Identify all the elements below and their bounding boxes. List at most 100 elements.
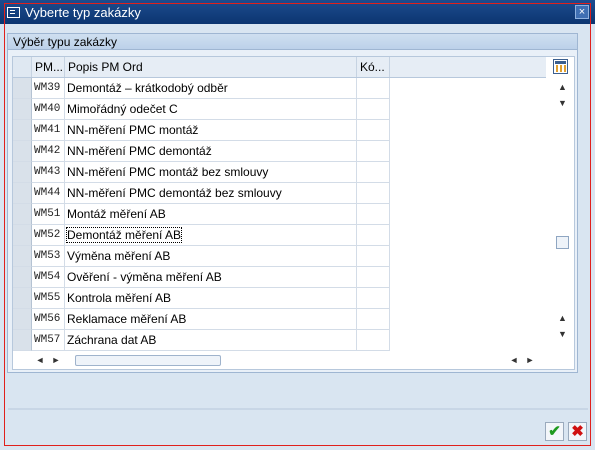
scroll-up-arrow-icon[interactable]: ▲	[554, 311, 571, 325]
cancel-button[interactable]: ✖	[568, 422, 587, 441]
table-row[interactable]: WM42 NN-měření PMC demontáž	[13, 141, 546, 162]
order-type-ko[interactable]	[357, 246, 390, 267]
order-type-ko[interactable]	[357, 120, 390, 141]
order-type-description[interactable]: NN-měření PMC demontáž bez smlouvy	[65, 183, 357, 204]
table-row[interactable]: WM55 Kontrola měření AB	[13, 288, 546, 309]
order-type-description[interactable]: NN-měření PMC montáž	[65, 120, 357, 141]
row-selector[interactable]	[13, 225, 32, 246]
table-row[interactable]: WM39 Demontáž – krátkodobý odběr	[13, 78, 546, 99]
scroll-top-arrow-icon[interactable]: ▲	[554, 80, 571, 94]
order-type-code[interactable]: WM54	[32, 267, 65, 288]
order-type-code[interactable]: WM43	[32, 162, 65, 183]
order-type-ko[interactable]	[357, 78, 390, 99]
order-type-description[interactable]: Montáž měření AB	[65, 204, 357, 225]
table-row[interactable]: WM44 NN-měření PMC demontáž bez smlouvy	[13, 183, 546, 204]
column-header-ko[interactable]: Kó...	[357, 57, 390, 77]
row-selector[interactable]	[13, 120, 32, 141]
row-selector[interactable]	[13, 183, 32, 204]
order-type-code[interactable]: WM51	[32, 204, 65, 225]
order-type-description[interactable]: Reklamace měření AB	[65, 309, 357, 330]
scroll-right-start-arrow-icon[interactable]: ►	[49, 353, 63, 368]
scroll-right-arrow-icon[interactable]: ►	[523, 353, 537, 368]
scroll-bottom-arrow-icon[interactable]: ▼	[554, 327, 571, 341]
order-type-code[interactable]: WM55	[32, 288, 65, 309]
row-selector[interactable]	[13, 330, 32, 351]
table-row[interactable]: WM57 Záchrana dat AB	[13, 330, 546, 351]
order-type-description[interactable]: NN-měření PMC montáž bez smlouvy	[65, 162, 357, 183]
row-selector[interactable]	[13, 204, 32, 225]
order-type-code[interactable]: WM56	[32, 309, 65, 330]
horizontal-scrollbar[interactable]: ◄ ► ◄ ►	[33, 353, 547, 368]
description-text: Demontáž měření AB	[65, 227, 183, 243]
order-type-code[interactable]: WM42	[32, 141, 65, 162]
order-type-ko[interactable]	[357, 204, 390, 225]
scroll-left-arrow-icon[interactable]: ◄	[33, 353, 47, 368]
description-text: Reklamace měření AB	[67, 312, 187, 326]
table-row[interactable]: WM40 Mimořádný odečet C	[13, 99, 546, 120]
order-type-description[interactable]: Demontáž měření AB	[65, 225, 357, 246]
order-type-code[interactable]: WM44	[32, 183, 65, 204]
horizontal-scroll-thumb[interactable]	[75, 355, 221, 366]
column-header-code[interactable]: PM...	[32, 57, 65, 77]
footer-divider	[8, 408, 588, 410]
table-row[interactable]: WM43 NN-měření PMC montáž bez smlouvy	[13, 162, 546, 183]
order-type-code[interactable]: WM41	[32, 120, 65, 141]
window-icon	[7, 6, 20, 18]
row-selector[interactable]	[13, 246, 32, 267]
order-type-code[interactable]: WM40	[32, 99, 65, 120]
order-type-ko[interactable]	[357, 225, 390, 246]
order-type-description[interactable]: Výměna měření AB	[65, 246, 357, 267]
order-type-description[interactable]: Záchrana dat AB	[65, 330, 357, 351]
order-type-ko[interactable]	[357, 309, 390, 330]
order-type-description[interactable]: Demontáž – krátkodobý odběr	[65, 78, 357, 99]
order-type-ko[interactable]	[357, 330, 390, 351]
order-type-ko[interactable]	[357, 141, 390, 162]
table-row[interactable]: WM51 Montáž měření AB	[13, 204, 546, 225]
order-type-description[interactable]: Kontrola měření AB	[65, 288, 357, 309]
row-selector[interactable]	[13, 162, 32, 183]
order-type-ko[interactable]	[357, 267, 390, 288]
table-row[interactable]: WM41 NN-měření PMC montáž	[13, 120, 546, 141]
table-row[interactable]: WM53 Výměna měření AB	[13, 246, 546, 267]
description-text: Mimořádný odečet C	[67, 102, 178, 116]
row-selector[interactable]	[13, 309, 32, 330]
order-type-code[interactable]: WM52	[32, 225, 65, 246]
order-type-description[interactable]: NN-měření PMC demontáž	[65, 141, 357, 162]
group-title: Výběr typu zakázky	[8, 34, 577, 50]
description-text: Ověření - výměna měření AB	[67, 270, 222, 284]
row-selector[interactable]	[13, 141, 32, 162]
table-row[interactable]: WM52 Demontáž měření AB	[13, 225, 546, 246]
column-header-description[interactable]: Popis PM Ord	[65, 57, 357, 77]
window-title: Vyberte typ zakázky	[25, 4, 141, 20]
scroll-left-end-arrow-icon[interactable]: ◄	[507, 353, 521, 368]
select-all-header[interactable]	[13, 57, 32, 77]
description-text: NN-měření PMC montáž	[67, 123, 199, 137]
row-selector[interactable]	[13, 288, 32, 309]
order-type-group: Výběr typu zakázky PM... Popis PM Ord Kó…	[7, 33, 578, 373]
order-type-ko[interactable]	[357, 288, 390, 309]
table-row[interactable]: WM56 Reklamace měření AB	[13, 309, 546, 330]
confirm-button[interactable]: ✔	[545, 422, 564, 441]
table-body: WM39 Demontáž – krátkodobý odběr WM40 Mimoř…	[13, 78, 546, 351]
description-text: Výměna měření AB	[67, 249, 171, 263]
order-type-code[interactable]: WM53	[32, 246, 65, 267]
row-selector[interactable]	[13, 78, 32, 99]
table-settings-icon[interactable]	[553, 59, 568, 74]
table-row[interactable]: WM54 Ověření - výměna měření AB	[13, 267, 546, 288]
description-text: Demontáž – krátkodobý odběr	[67, 81, 228, 95]
description-text: NN-měření PMC montáž bez smlouvy	[67, 165, 269, 179]
order-type-ko[interactable]	[357, 162, 390, 183]
vertical-scroll-thumb[interactable]	[556, 236, 569, 249]
row-selector[interactable]	[13, 267, 32, 288]
order-type-code[interactable]: WM39	[32, 78, 65, 99]
order-type-description[interactable]: Ověření - výměna měření AB	[65, 267, 357, 288]
close-button[interactable]: ×	[575, 5, 589, 19]
vertical-scrollbar[interactable]: ▲ ▼ ▲ ▼	[554, 78, 571, 347]
description-text: NN-měření PMC demontáž	[67, 144, 212, 158]
order-type-description[interactable]: Mimořádný odečet C	[65, 99, 357, 120]
row-selector[interactable]	[13, 99, 32, 120]
scroll-down-top-arrow-icon[interactable]: ▼	[554, 96, 571, 110]
order-type-ko[interactable]	[357, 99, 390, 120]
order-type-code[interactable]: WM57	[32, 330, 65, 351]
order-type-ko[interactable]	[357, 183, 390, 204]
